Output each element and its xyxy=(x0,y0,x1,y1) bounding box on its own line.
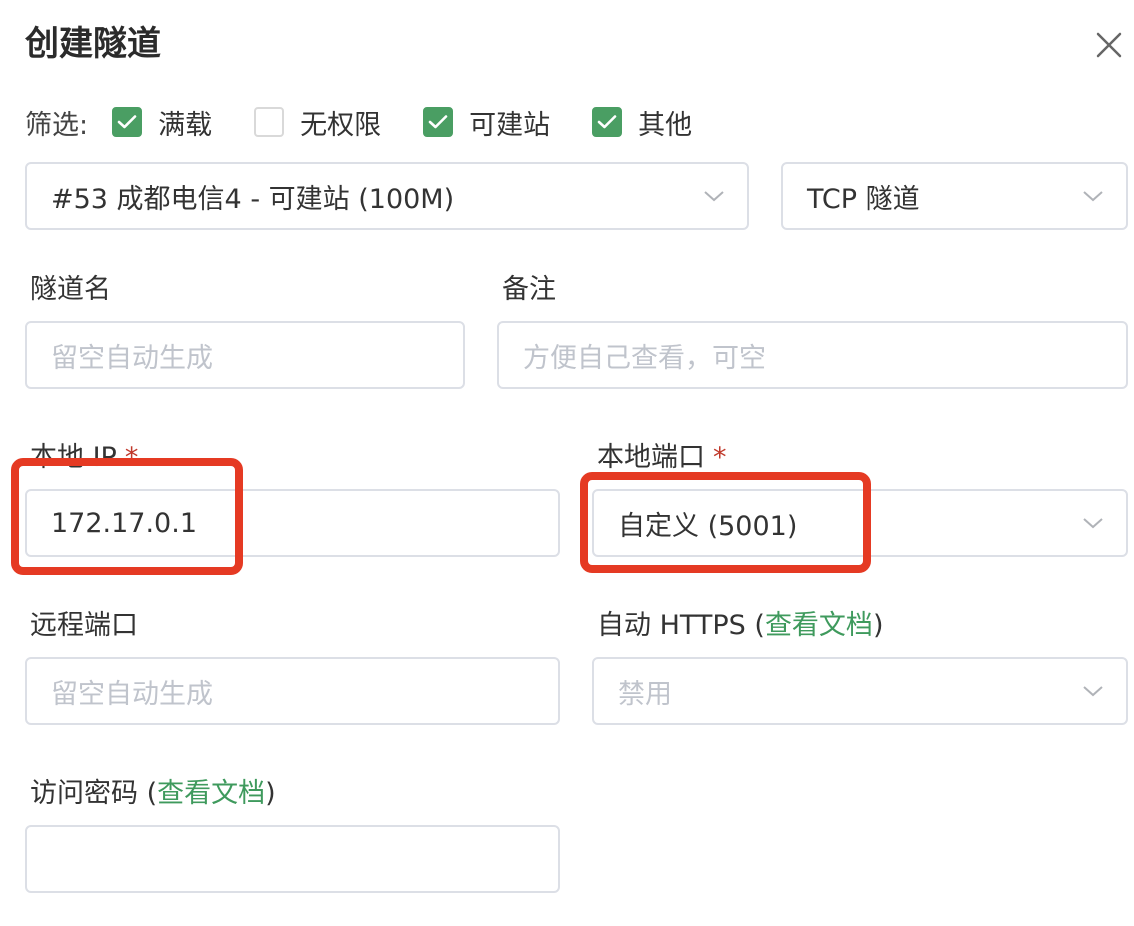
dialog-title: 创建隧道 xyxy=(25,24,161,64)
create-tunnel-dialog: 创建隧道 筛选: 满载 无权限 可建站 其他 #53 成都电信4 - 可建站 (… xyxy=(0,0,1134,926)
required-mark: * xyxy=(124,442,139,473)
remark-input[interactable]: 方便自己查看，可空 xyxy=(497,321,1128,389)
filter-option-full-load[interactable]: 满载 xyxy=(112,103,212,142)
access-password-input[interactable] xyxy=(25,825,560,893)
close-icon[interactable] xyxy=(1092,28,1126,62)
checkbox-checked-icon[interactable] xyxy=(112,107,143,137)
local-port-value: 自定义 (5001) xyxy=(618,510,798,542)
local-ip-label-text: 本地 IP xyxy=(30,442,117,473)
auto-https-select[interactable]: 禁用 xyxy=(592,657,1128,725)
checkbox-unchecked-icon[interactable] xyxy=(254,107,285,137)
access-password-label-prefix: 访问密码 ( xyxy=(30,778,158,809)
remote-port-input[interactable]: 留空自动生成 xyxy=(25,657,560,725)
filter-option-other[interactable]: 其他 xyxy=(592,103,692,142)
local-port-label: 本地端口 * xyxy=(597,440,727,476)
filter-option-can-build-site[interactable]: 可建站 xyxy=(423,103,550,142)
auto-https-label: 自动 HTTPS (查看文档) xyxy=(597,608,883,644)
remote-port-label: 远程端口 xyxy=(30,610,138,641)
chevron-down-icon xyxy=(1083,191,1103,202)
auto-https-label-prefix: 自动 HTTPS ( xyxy=(597,610,765,641)
filter-option-label: 无权限 xyxy=(300,109,382,141)
chevron-down-icon xyxy=(1083,518,1103,529)
tunnel-name-placeholder: 留空自动生成 xyxy=(51,342,213,374)
tunnel-name-label: 隧道名 xyxy=(30,274,111,305)
node-select[interactable]: #53 成都电信4 - 可建站 (100M) xyxy=(25,162,749,230)
remote-port-placeholder: 留空自动生成 xyxy=(51,678,213,710)
access-password-label: 访问密码 (查看文档) xyxy=(30,776,276,812)
local-ip-value: 172.17.0.1 xyxy=(51,507,197,539)
chevron-down-icon xyxy=(1083,686,1103,697)
required-mark: * xyxy=(713,442,727,473)
checkbox-checked-icon[interactable] xyxy=(592,107,623,137)
access-password-label-suffix: ) xyxy=(265,778,276,809)
chevron-down-icon xyxy=(704,191,724,202)
filter-option-label: 满载 xyxy=(158,109,213,141)
auto-https-label-suffix: ) xyxy=(872,610,884,641)
tunnel-type-select[interactable]: TCP 隧道 xyxy=(781,162,1128,230)
filter-option-no-permission[interactable]: 无权限 xyxy=(254,103,381,142)
remark-label: 备注 xyxy=(502,274,556,305)
local-ip-input[interactable]: 172.17.0.1 xyxy=(25,489,560,557)
tunnel-name-input[interactable]: 留空自动生成 xyxy=(25,321,465,389)
tunnel-type-value: TCP 隧道 xyxy=(807,183,920,215)
auto-https-docs-link[interactable]: 查看文档 xyxy=(765,610,873,641)
local-port-label-text: 本地端口 xyxy=(597,442,705,473)
filter-label: 筛选: xyxy=(25,109,89,141)
filter-option-label: 可建站 xyxy=(469,109,551,141)
filter-option-label: 其他 xyxy=(638,109,693,141)
filter-row: 筛选: 满载 无权限 可建站 其他 xyxy=(25,102,734,142)
remark-placeholder: 方便自己查看，可空 xyxy=(523,342,766,374)
checkbox-checked-icon[interactable] xyxy=(423,107,454,137)
node-select-value: #53 成都电信4 - 可建站 (100M) xyxy=(51,183,455,215)
auto-https-value: 禁用 xyxy=(618,678,672,710)
access-password-docs-link[interactable]: 查看文档 xyxy=(157,778,265,809)
local-ip-label: 本地 IP * xyxy=(30,440,138,476)
local-port-select[interactable]: 自定义 (5001) xyxy=(592,489,1128,557)
